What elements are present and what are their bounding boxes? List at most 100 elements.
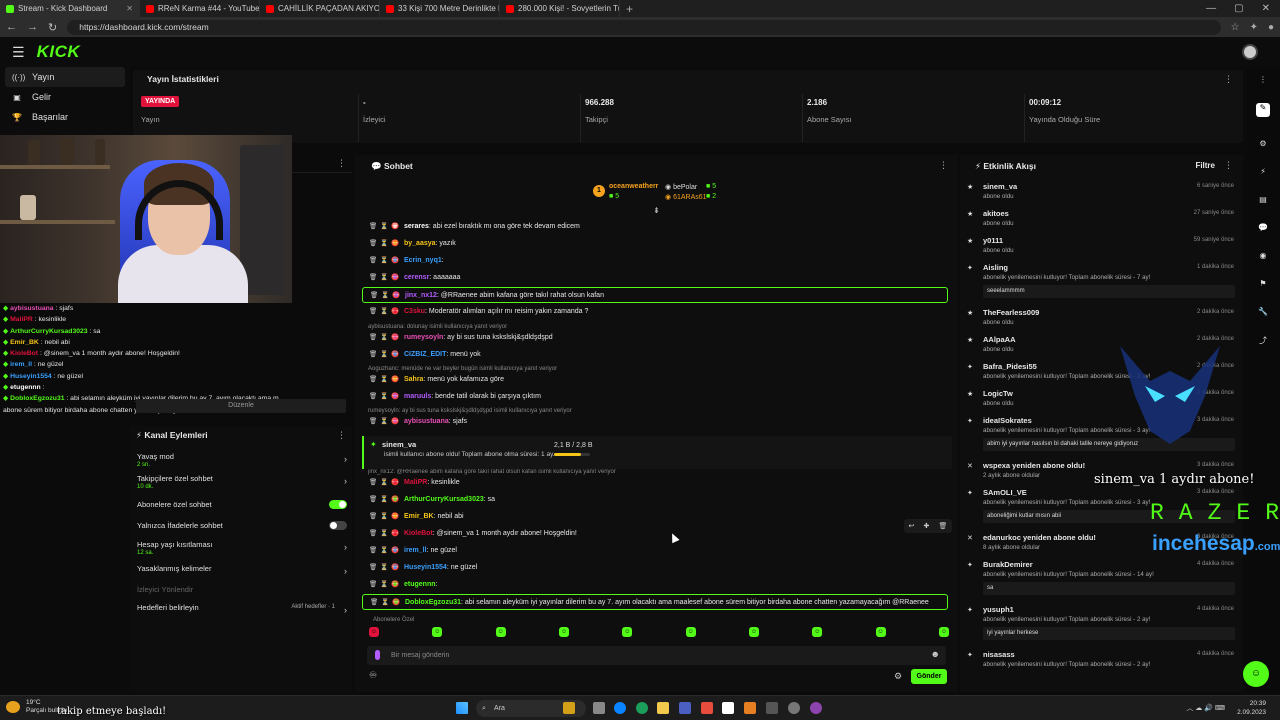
more-options-icon[interactable]: ⋮ xyxy=(1224,160,1233,171)
chat-username[interactable]: irem_ll xyxy=(404,547,427,554)
address-bar[interactable]: https://dashboard.kick.com/stream xyxy=(67,19,1221,35)
activity-feed-item[interactable]: ✦ BurakDemirer abonelik yenilemesini kutlu… xyxy=(967,560,1237,605)
chat-username[interactable]: ArthurCurryKursad3023 xyxy=(404,496,484,503)
chat-username[interactable]: rumeysoyln xyxy=(404,334,443,341)
activity-feed-item[interactable]: ✦ yusuph1 abonelik yenilemesini kutluyor! … xyxy=(967,605,1237,650)
more-options-icon[interactable]: ⋮ xyxy=(939,160,948,171)
mod-action-icons[interactable]: 🗑⏳⛔ xyxy=(362,543,399,559)
forward-icon[interactable]: → xyxy=(27,21,38,33)
chat-username[interactable]: Huseyin1554 xyxy=(404,564,447,571)
channel-action-item[interactable]: Hedefleri belirleyin › Aktif hedefler · 1 xyxy=(137,603,349,615)
profile-icon[interactable]: ● xyxy=(1268,22,1274,33)
activity-feed-item[interactable]: ★ sinem_va abone oldu 6 saniye önce xyxy=(967,182,1237,209)
gifter-name[interactable]: ◉ bePolar xyxy=(665,183,697,191)
app-icon[interactable] xyxy=(701,702,713,714)
mod-action-icons[interactable]: 🗑⏳⛔ xyxy=(362,219,399,235)
wrench-icon[interactable]: 🔧 xyxy=(1256,307,1270,321)
emote-icon[interactable]: ☺ xyxy=(558,627,569,637)
mod-action-icons[interactable]: 🗑⏳⛔ xyxy=(362,253,399,269)
chevron-right-icon[interactable]: › xyxy=(344,542,347,552)
gear-icon[interactable]: ⚙ xyxy=(894,671,902,682)
chat-username[interactable]: jinx_nx12 xyxy=(405,292,437,299)
quick-action-button[interactable]: ☺ xyxy=(1243,661,1269,687)
channel-action-item[interactable]: Takipçilere özel sohbet 10 dk. › xyxy=(137,474,349,490)
obs-icon[interactable] xyxy=(766,702,778,714)
edit-icon[interactable]: ✎ xyxy=(1256,103,1270,117)
activity-feed-item[interactable]: ✦ Aisling abonelik yenilemesini kutluyor! … xyxy=(967,263,1237,308)
emote-icon[interactable]: ☺ xyxy=(685,627,696,637)
emote-icon[interactable]: ☺ xyxy=(369,627,379,637)
chat-icon[interactable]: 💬 xyxy=(1256,223,1270,237)
channel-action-item[interactable]: Hesap yaşı kısıtlaması 12 sa. › xyxy=(137,540,349,556)
chat-username[interactable]: aybisustuana xyxy=(404,418,449,425)
mod-action-icons[interactable]: 🗑⏳⛔ xyxy=(362,414,399,430)
close-icon[interactable]: ✕ xyxy=(126,4,133,13)
browser-tab[interactable]: 33 Kişi 700 Metre Derinlikte Nasıl...✕ xyxy=(380,0,500,17)
delete-icon[interactable]: 🗑 xyxy=(939,522,948,530)
activity-feed-item[interactable]: ★ y0111 abone oldu 59 saniye önce xyxy=(967,236,1237,263)
chevron-right-icon[interactable]: › xyxy=(344,605,347,615)
chat-username[interactable]: etugennn xyxy=(404,581,436,588)
sub-user[interactable]: sinem_va xyxy=(382,440,416,449)
reply-icon[interactable]: ↩ xyxy=(909,522,915,530)
chat-username[interactable]: CIZBIZ_EDIT xyxy=(404,351,446,358)
lightning-icon[interactable]: ⚡ xyxy=(1256,167,1270,181)
chevron-right-icon[interactable]: › xyxy=(344,454,347,464)
avatar[interactable] xyxy=(1242,44,1258,60)
activity-feed-item[interactable]: ★ TheFearless009 abone oldu 2 dakika önce xyxy=(967,308,1237,335)
emote-icon[interactable]: ☺ xyxy=(812,627,823,637)
settings-icon[interactable]: ⚙ xyxy=(1256,139,1270,153)
emote-icon[interactable]: ☺ xyxy=(938,627,949,637)
mod-action-icons[interactable]: 🗑⏳⛔ xyxy=(362,560,399,576)
scroll-down-icon[interactable]: ⇟ xyxy=(653,206,660,215)
emoji-icon[interactable]: ☻ xyxy=(931,649,940,659)
mod-action-icons[interactable]: 🗑⏳⛔ xyxy=(362,236,399,252)
chat-username[interactable]: by_aasya xyxy=(404,240,436,247)
chat-username[interactable]: C3sku xyxy=(404,308,425,315)
new-tab-icon[interactable]: + xyxy=(620,2,639,16)
mod-action-icons[interactable]: 🗑⏳⛔ xyxy=(362,270,399,286)
sidebar-item-revenue[interactable]: ▣ Gelir xyxy=(0,87,130,107)
browser-tab[interactable]: RReN Karma #44 - YouTube✕ xyxy=(140,0,260,17)
maximize-icon[interactable]: ▢ xyxy=(1234,3,1243,14)
more-options-icon[interactable]: ⋮ xyxy=(337,430,346,441)
windows-start-icon[interactable] xyxy=(456,702,468,714)
browser-tab[interactable]: CAHİLLİK PAÇADAN AKIYOR | 55...✕ xyxy=(260,0,380,17)
chevron-right-icon[interactable]: › xyxy=(344,566,347,576)
chat-username[interactable]: KioleBot xyxy=(404,530,433,537)
chat-username[interactable]: maruuls xyxy=(404,393,431,400)
sidebar-item-achievements[interactable]: 🏆 Başarılar xyxy=(0,107,130,127)
share-icon[interactable]: ⤴ xyxy=(1256,335,1270,349)
system-tray[interactable]: ︿ ☁ 🔊 ⌨ xyxy=(1186,703,1225,713)
chevron-right-icon[interactable]: › xyxy=(344,476,347,486)
menu-icon[interactable]: ☰ xyxy=(12,44,25,61)
close-icon[interactable]: ✕ xyxy=(1262,3,1270,14)
chat-username[interactable]: Ecrin_nyq1 xyxy=(404,257,442,264)
chat-username[interactable]: serares xyxy=(404,223,429,230)
app-icon[interactable] xyxy=(744,702,756,714)
browser-tab[interactable]: Stream - Kick Dashboard ✕ xyxy=(0,0,140,17)
more-options-icon[interactable]: ⋮ xyxy=(1256,75,1270,89)
clock[interactable]: 20:39 2.09.2023 xyxy=(1237,700,1266,717)
widget-app-icon[interactable] xyxy=(563,702,575,714)
chat-username[interactable]: DobloxEgzozu31 xyxy=(405,599,461,606)
chat-input[interactable]: Bir mesaj gönderin ☻ xyxy=(367,646,946,665)
toggle-switch[interactable] xyxy=(329,521,347,530)
activity-feed-item[interactable]: ✦ nisasass abonelik yenilemesini kutluyor!… xyxy=(967,650,1237,677)
flag-icon[interactable]: ⚑ xyxy=(1256,279,1270,293)
mod-action-icons[interactable]: 🗑⏳⛔ xyxy=(362,330,399,346)
app-icon[interactable] xyxy=(810,702,822,714)
x-icon[interactable] xyxy=(722,702,734,714)
activity-feed-item[interactable]: ★ akitoes abone oldu 27 saniye önce xyxy=(967,209,1237,236)
emote-icon[interactable]: ☺ xyxy=(622,627,633,637)
channel-action-item[interactable]: Yasaklanmış kelimeler › xyxy=(137,564,349,576)
back-icon[interactable]: ← xyxy=(6,21,17,33)
chat-username[interactable]: MaliPR xyxy=(404,479,427,486)
mod-action-icons[interactable]: 🗑⏳⛔ xyxy=(362,372,399,388)
edit-button[interactable]: Düzenle xyxy=(136,399,346,413)
mod-action-icons[interactable]: 🗑⏳⛔ xyxy=(362,475,399,491)
mod-action-icons[interactable]: 🗑⏳⛔ xyxy=(362,577,399,593)
emote-icon[interactable]: ☺ xyxy=(875,627,886,637)
browser-tab[interactable]: 280.000 Kişi! - Sovyetlerin Tüm D...✕ xyxy=(500,0,620,17)
emote-icon[interactable]: ☺ xyxy=(495,627,506,637)
